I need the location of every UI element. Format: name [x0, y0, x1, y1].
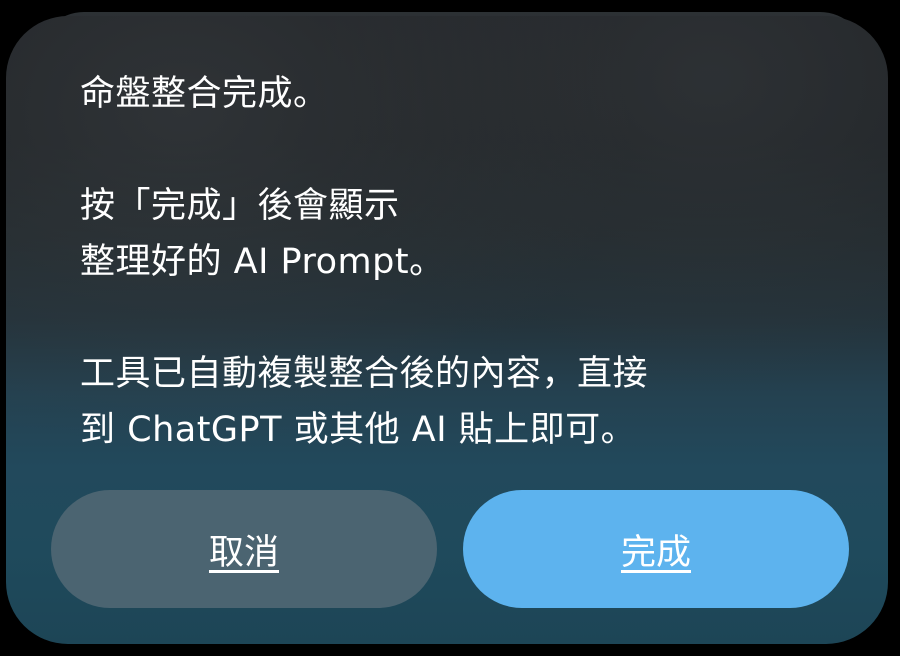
alert-dialog: 命盤整合完成。 按「完成」後會顯示 整理好的 AI Prompt。 工具已自動複…: [6, 16, 888, 644]
message-line-prompt: 整理好的 AI Prompt。: [80, 242, 445, 282]
message-line-instruction: 按「完成」後會顯示: [80, 186, 400, 226]
message-line-completed: 命盤整合完成。: [80, 74, 329, 114]
done-button[interactable]: 完成: [463, 490, 849, 608]
message-line-paste: 到 ChatGPT 或其他 AI 貼上即可。: [80, 410, 637, 450]
cancel-button[interactable]: 取消: [51, 490, 437, 608]
screen: 命盤整合完成。 按「完成」後會顯示 整理好的 AI Prompt。 工具已自動複…: [0, 0, 900, 656]
message-line-copied: 工具已自動複製整合後的內容，直接: [80, 354, 649, 394]
dialog-message: 命盤整合完成。 按「完成」後會顯示 整理好的 AI Prompt。 工具已自動複…: [80, 66, 840, 458]
